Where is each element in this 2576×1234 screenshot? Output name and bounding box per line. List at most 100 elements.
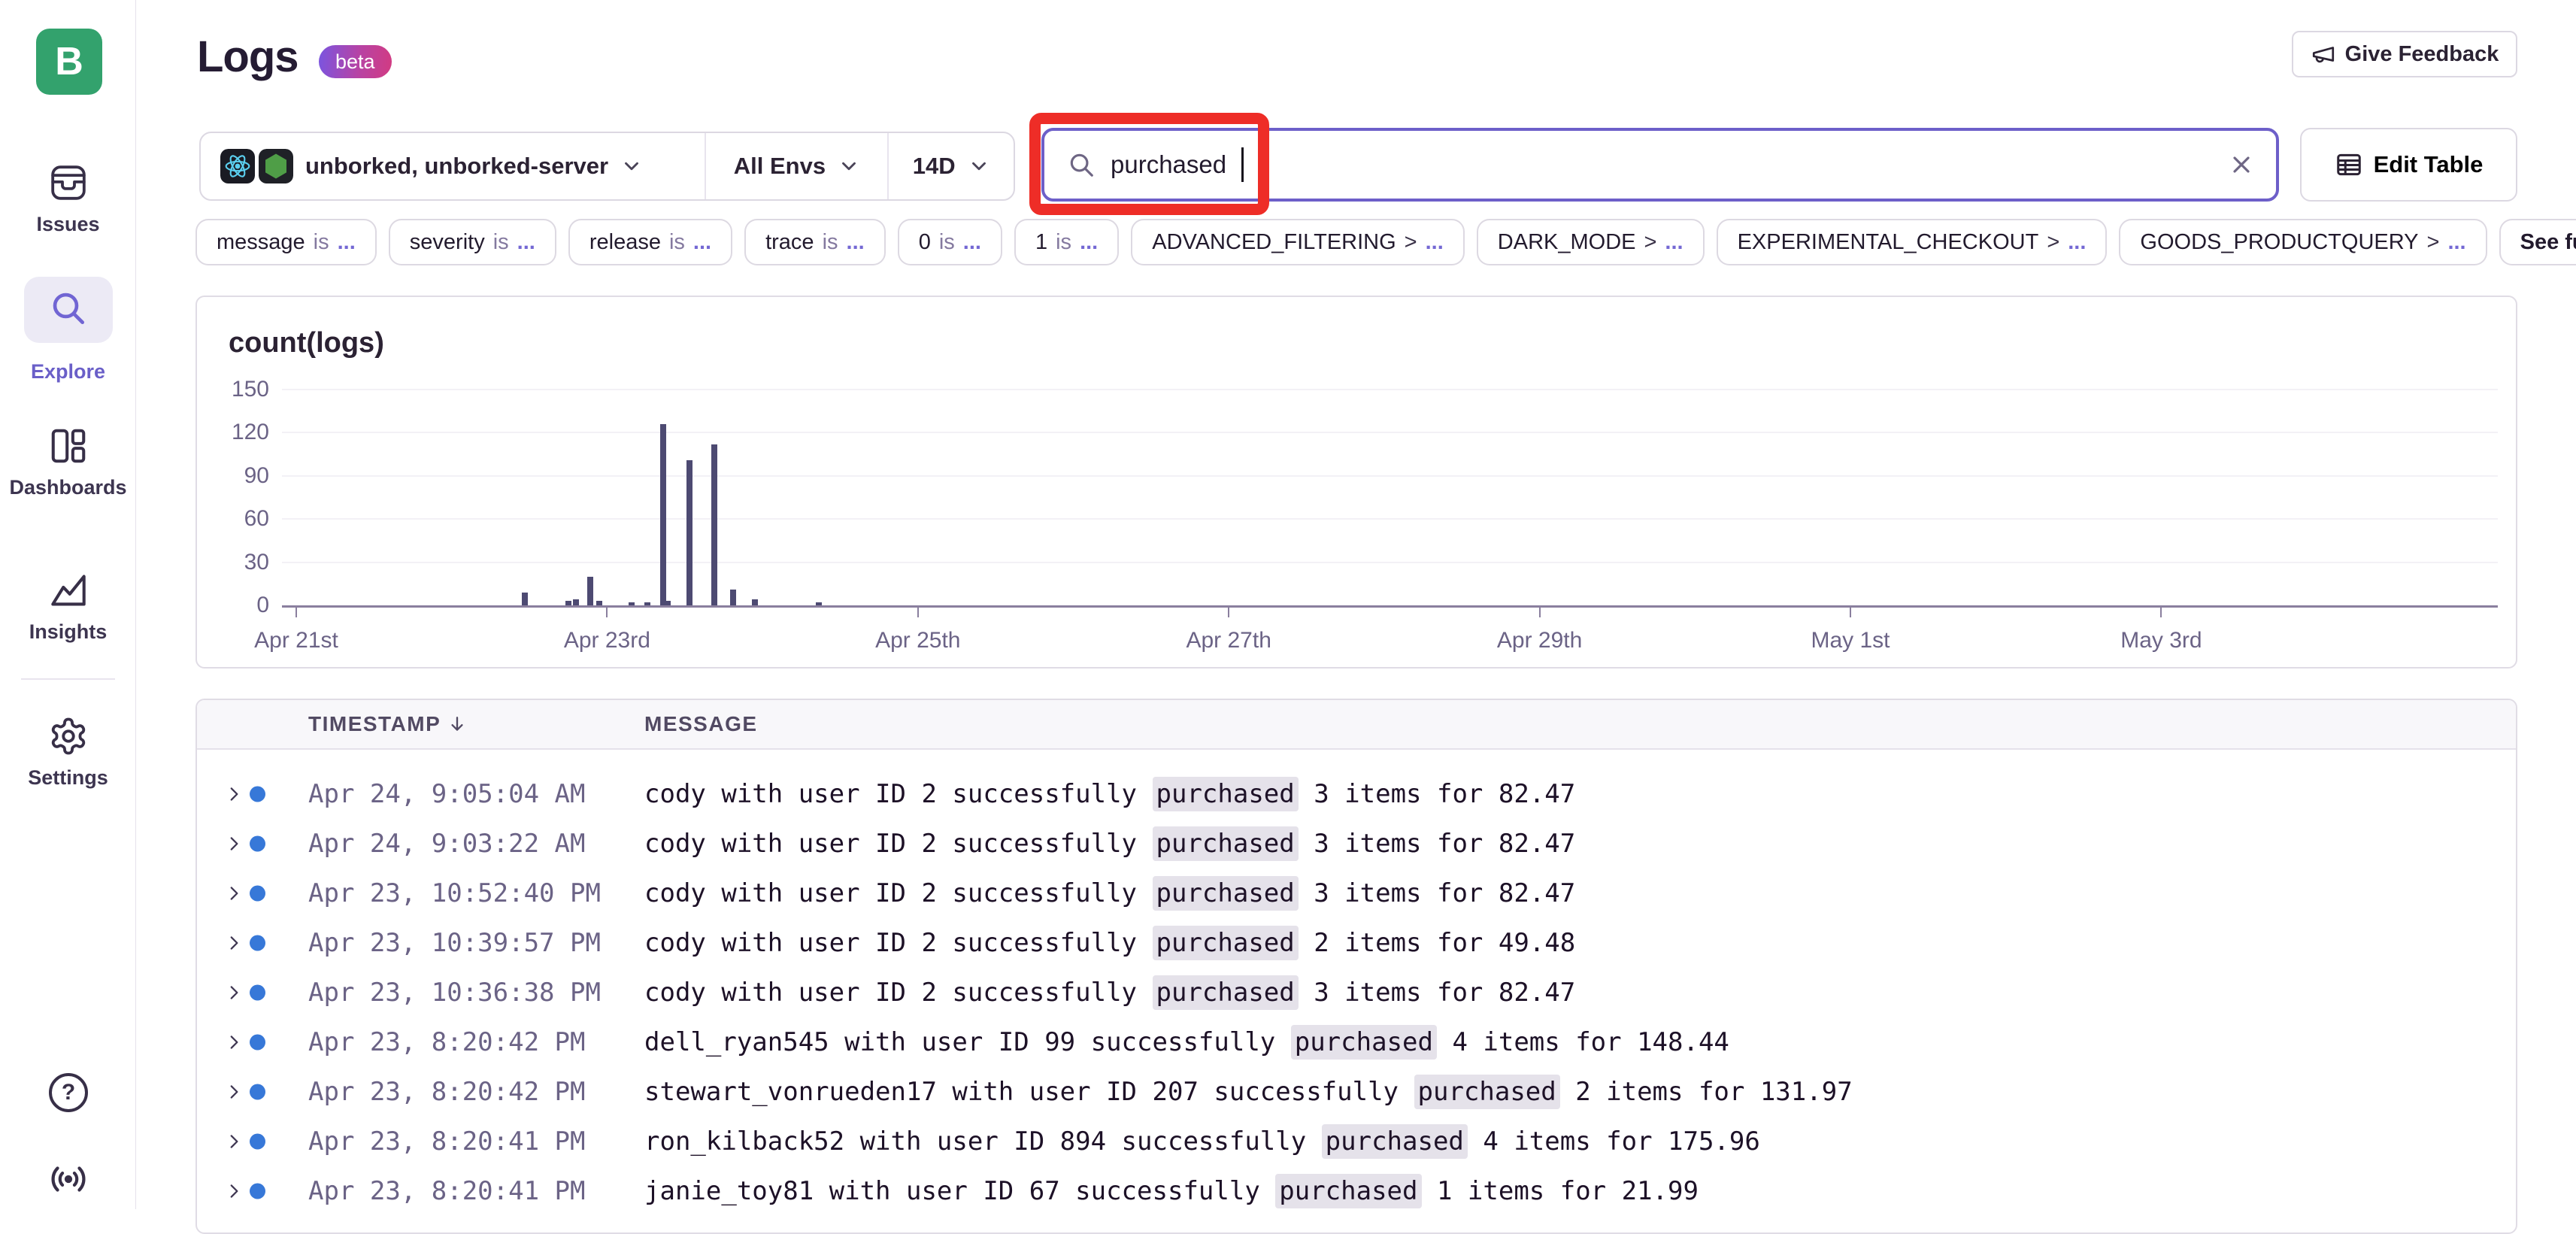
environment-selector[interactable]: All Envs (705, 133, 887, 199)
highlighted-term: purchased (1153, 826, 1299, 861)
log-table-body: Apr 24, 9:05:04 AMcody with user ID 2 su… (197, 750, 2516, 1216)
chip-operator: is (1056, 230, 1071, 255)
filter-chip[interactable]: traceis... (744, 219, 886, 265)
severity-dot (250, 836, 265, 852)
log-row[interactable]: Apr 24, 9:05:04 AMcody with user ID 2 su… (197, 769, 2516, 819)
chip-key: ADVANCED_FILTERING (1152, 230, 1396, 255)
sidebar-item-settings[interactable]: Settings (0, 716, 136, 790)
log-row[interactable]: Apr 24, 9:03:22 AMcody with user ID 2 su… (197, 819, 2516, 869)
whats-new-button[interactable] (0, 1158, 136, 1204)
give-feedback-button[interactable]: Give Feedback (2292, 31, 2517, 77)
log-timestamp: Apr 23, 8:20:42 PM (308, 1027, 585, 1057)
filter-chip[interactable]: messageis... (195, 219, 377, 265)
sidebar-item-dashboards[interactable]: Dashboards (0, 426, 136, 499)
filter-chip[interactable]: 0is... (898, 219, 1002, 265)
chip-operator: > (1644, 230, 1656, 255)
gear-icon (48, 747, 89, 760)
log-row[interactable]: Apr 23, 10:39:57 PMcody with user ID 2 s… (197, 918, 2516, 968)
megaphone-icon (2311, 41, 2336, 67)
chip-operator: > (2047, 230, 2059, 255)
highlighted-term: purchased (1291, 1025, 1437, 1060)
edit-table-button[interactable]: Edit Table (2300, 128, 2517, 202)
log-row[interactable]: Apr 23, 8:20:42 PM dell_ryan545 with user… (197, 1017, 2516, 1067)
text-cursor (1241, 147, 1244, 182)
x-axis-tick (917, 608, 919, 617)
sort-desc-icon (447, 714, 468, 735)
column-header-timestamp[interactable]: TIMESTAMP (308, 712, 468, 736)
chip-operator: is (823, 230, 838, 255)
sidebar-item-explore[interactable] (24, 277, 113, 343)
filter-chip[interactable]: 1is... (1014, 219, 1119, 265)
log-message: cody with user ID 2 successfully purchas… (644, 779, 1575, 809)
y-axis-tick-label: 0 (202, 593, 269, 618)
sidebar-item-explore-label[interactable]: Explore (0, 354, 136, 384)
project-selector[interactable]: unborked, unborked-server (201, 133, 705, 199)
x-axis-tick-label: Apr 21st (254, 628, 338, 653)
log-row[interactable]: Apr 23, 10:52:40 PMcody with user ID 2 s… (197, 869, 2516, 918)
page-title: Logs (197, 32, 299, 82)
severity-dot (250, 787, 265, 802)
search-icon (1067, 150, 1096, 179)
log-message: dell_ryan545 with user ID 99 successfull… (644, 1027, 1729, 1057)
expand-row-icon[interactable] (224, 983, 244, 1002)
x-axis-line (282, 605, 2498, 608)
help-icon[interactable]: ? (49, 1073, 88, 1112)
expand-row-icon[interactable] (224, 1032, 244, 1052)
log-row[interactable]: Apr 23, 8:20:42 PMstewart_vonrueden17 wi… (197, 1067, 2516, 1117)
log-row[interactable]: Apr 23, 8:20:41 PM janie_toy81 with user … (197, 1166, 2516, 1216)
y-axis-tick-label: 90 (202, 463, 269, 489)
filter-chip[interactable]: ADVANCED_FILTERING>... (1131, 219, 1465, 265)
severity-dot (250, 1084, 265, 1100)
chip-key: EXPERIMENTAL_CHECKOUT (1738, 230, 2039, 255)
project-selector-value: unborked, unborked-server (305, 153, 608, 180)
filter-chip[interactable]: releaseis... (568, 219, 732, 265)
filter-chip[interactable]: EXPERIMENTAL_CHECKOUT>... (1717, 219, 2108, 265)
react-platform-icon (220, 149, 255, 183)
chart-bar (644, 602, 650, 605)
clear-search-icon[interactable] (2228, 151, 2255, 178)
chip-operator: is (669, 230, 685, 255)
expand-row-icon[interactable] (224, 933, 244, 953)
expand-row-icon[interactable] (224, 784, 244, 804)
filter-chip[interactable]: severityis... (389, 219, 556, 265)
org-avatar[interactable]: B (36, 29, 102, 95)
log-search-input[interactable]: purchased (1041, 128, 2279, 202)
chip-key: release (589, 230, 661, 255)
chart-gridline (282, 562, 2498, 563)
chip-key: 1 (1035, 230, 1047, 255)
sidebar-item-issues[interactable]: Issues (0, 162, 136, 236)
log-message: janie_toy81 with user ID 67 successfully… (644, 1176, 1699, 1206)
severity-dot (250, 1184, 265, 1199)
expand-row-icon[interactable] (224, 834, 244, 853)
highlighted-term: purchased (1153, 777, 1299, 811)
severity-dot (250, 935, 265, 951)
filter-chip[interactable]: DARK_MODE>... (1477, 219, 1705, 265)
highlighted-term: purchased (1275, 1174, 1421, 1208)
chip-operator: is (493, 230, 509, 255)
severity-dot (250, 886, 265, 902)
expand-row-icon[interactable] (224, 1082, 244, 1102)
highlighted-term: purchased (1153, 926, 1299, 960)
log-timestamp: Apr 23, 8:20:41 PM (308, 1176, 585, 1206)
x-axis-tick (295, 608, 297, 617)
expand-row-icon[interactable] (224, 1181, 244, 1201)
filter-chip[interactable]: GOODS_PRODUCTQUERY>... (2119, 219, 2487, 265)
sidebar: B Issues Explore Dashboards (0, 0, 136, 1209)
chip-key: severity (410, 230, 485, 255)
column-header-message[interactable]: MESSAGE (644, 712, 758, 736)
chip-key: message (217, 230, 305, 255)
highlighted-term: purchased (1414, 1075, 1560, 1109)
expand-row-icon[interactable] (224, 1132, 244, 1151)
see-full-list-button[interactable]: See full list (2499, 219, 2576, 265)
project-platform-icons (220, 149, 293, 183)
log-row[interactable]: Apr 23, 8:20:41 PMron_kilback52 with use… (197, 1117, 2516, 1166)
expand-row-icon[interactable] (224, 884, 244, 903)
issues-icon (48, 193, 89, 206)
log-timestamp: Apr 23, 10:36:38 PM (308, 978, 601, 1008)
log-row[interactable]: Apr 23, 10:36:38 PMcody with user ID 2 s… (197, 968, 2516, 1017)
chevron-down-icon (968, 155, 990, 177)
severity-dot (250, 985, 265, 1001)
sidebar-item-insights[interactable]: Insights (0, 570, 136, 644)
chart-bar (711, 444, 717, 605)
date-range-selector[interactable]: 14D (887, 133, 1014, 199)
